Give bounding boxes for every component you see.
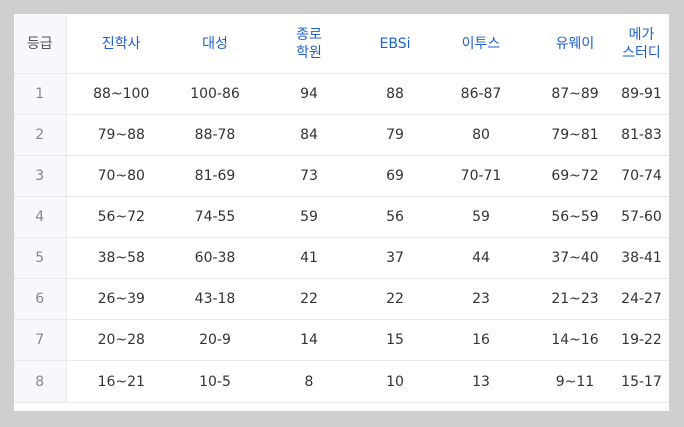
score-cell-jongro: 22 [254, 278, 364, 320]
score-cell-etoos: 16 [426, 319, 536, 361]
column-header-ebsi: EBSi [364, 14, 426, 74]
score-cell-etoos: 70-71 [426, 155, 536, 197]
score-cell-jinhaksa: 56~72 [66, 196, 176, 238]
table-header-row: 등급 진학사 대성 종로 학원 EBSi 이투스 유웨이 메가 스터디 [14, 14, 669, 74]
column-header-line: 메가 [628, 26, 655, 43]
score-cell-ebsi: 69 [364, 155, 426, 197]
grade-cell: 8 [14, 360, 67, 403]
score-cell-uway: 87~89 [536, 73, 614, 115]
score-cell-daesung: 100-86 [176, 73, 254, 115]
score-cell-ebsi: 79 [364, 114, 426, 156]
score-cell-jinhaksa: 79~88 [66, 114, 176, 156]
score-cell-jinhaksa: 38~58 [66, 237, 176, 279]
grade-cell: 2 [14, 114, 67, 156]
score-cell-ebsi: 15 [364, 319, 426, 361]
column-header-daesung: 대성 [176, 14, 254, 74]
grade-cell: 5 [14, 237, 67, 279]
table-row: 5 38~58 60-38 41 37 44 37~40 38-41 [14, 237, 669, 279]
score-cell-megastudy: 38-41 [614, 237, 669, 279]
score-cell-jongro: 84 [254, 114, 364, 156]
column-header-megastudy: 메가 스터디 [614, 14, 669, 74]
score-cell-jongro: 14 [254, 319, 364, 361]
column-header-line: 이투스 [461, 35, 501, 52]
score-cell-daesung: 88-78 [176, 114, 254, 156]
score-cell-daesung: 20-9 [176, 319, 254, 361]
score-cell-uway: 37~40 [536, 237, 614, 279]
grade-cutoff-table: 등급 진학사 대성 종로 학원 EBSi 이투스 유웨이 메가 스터디 1 88~100 100-8… [14, 14, 669, 403]
score-cell-daesung: 81-69 [176, 155, 254, 197]
score-cell-jinhaksa: 26~39 [66, 278, 176, 320]
score-cell-jongro: 94 [254, 73, 364, 115]
score-cell-etoos: 13 [426, 360, 536, 403]
score-cell-jinhaksa: 70~80 [66, 155, 176, 197]
score-cell-uway: 9~11 [536, 360, 614, 403]
score-cell-megastudy: 19-22 [614, 319, 669, 361]
score-cell-ebsi: 88 [364, 73, 426, 115]
table-row: 3 70~80 81-69 73 69 70-71 69~72 70-74 [14, 155, 669, 197]
table-row: 7 20~28 20-9 14 15 16 14~16 19-22 [14, 319, 669, 361]
grade-cell: 6 [14, 278, 67, 320]
score-cell-ebsi: 56 [364, 196, 426, 238]
grade-cutoff-table-container: 등급 진학사 대성 종로 학원 EBSi 이투스 유웨이 메가 스터디 1 88~100 100-8… [14, 14, 669, 411]
table-row: 4 56~72 74-55 59 56 59 56~59 57-60 [14, 196, 669, 238]
column-header-uway: 유웨이 [536, 14, 614, 74]
score-cell-megastudy: 57-60 [614, 196, 669, 238]
table-row: 2 79~88 88-78 84 79 80 79~81 81-83 [14, 114, 669, 156]
score-cell-jongro: 59 [254, 196, 364, 238]
column-header-line: 스터디 [622, 44, 661, 61]
grade-cell: 1 [14, 73, 67, 115]
column-header-jongro: 종로 학원 [254, 14, 364, 74]
table-row: 8 16~21 10-5 8 10 13 9~11 15-17 [14, 360, 669, 403]
grade-cell: 3 [14, 155, 67, 197]
score-cell-jinhaksa: 20~28 [66, 319, 176, 361]
score-cell-jongro: 8 [254, 360, 364, 403]
score-cell-jinhaksa: 16~21 [66, 360, 176, 403]
column-header-line: 학원 [296, 44, 322, 61]
score-cell-ebsi: 22 [364, 278, 426, 320]
score-cell-daesung: 74-55 [176, 196, 254, 238]
table-body: 1 88~100 100-86 94 88 86-87 87~89 89-91 2 79~88 88… [14, 73, 669, 403]
grade-column-header: 등급 [14, 14, 67, 74]
score-cell-megastudy: 24-27 [614, 278, 669, 320]
score-cell-megastudy: 70-74 [614, 155, 669, 197]
column-header-etoos: 이투스 [426, 14, 536, 74]
score-cell-jongro: 73 [254, 155, 364, 197]
column-header-line: 유웨이 [555, 35, 595, 52]
score-cell-uway: 56~59 [536, 196, 614, 238]
column-header-line: 대성 [202, 35, 228, 52]
score-cell-ebsi: 37 [364, 237, 426, 279]
score-cell-etoos: 44 [426, 237, 536, 279]
score-cell-megastudy: 81-83 [614, 114, 669, 156]
score-cell-daesung: 10-5 [176, 360, 254, 403]
table-row: 6 26~39 43-18 22 22 23 21~23 24-27 [14, 278, 669, 320]
grade-cell: 4 [14, 196, 67, 238]
score-cell-megastudy: 15-17 [614, 360, 669, 403]
score-cell-uway: 69~72 [536, 155, 614, 197]
column-header-line: EBSi [379, 35, 411, 52]
score-cell-etoos: 80 [426, 114, 536, 156]
score-cell-jongro: 41 [254, 237, 364, 279]
score-cell-etoos: 23 [426, 278, 536, 320]
score-cell-uway: 21~23 [536, 278, 614, 320]
column-header-line: 진학사 [101, 35, 141, 52]
score-cell-ebsi: 10 [364, 360, 426, 403]
score-cell-etoos: 86-87 [426, 73, 536, 115]
score-cell-etoos: 59 [426, 196, 536, 238]
score-cell-megastudy: 89-91 [614, 73, 669, 115]
table-row: 1 88~100 100-86 94 88 86-87 87~89 89-91 [14, 73, 669, 115]
score-cell-daesung: 60-38 [176, 237, 254, 279]
score-cell-daesung: 43-18 [176, 278, 254, 320]
grade-cell: 7 [14, 319, 67, 361]
score-cell-jinhaksa: 88~100 [66, 73, 176, 115]
score-cell-uway: 79~81 [536, 114, 614, 156]
score-cell-uway: 14~16 [536, 319, 614, 361]
column-header-line: 종로 [296, 26, 322, 43]
column-header-jinhaksa: 진학사 [66, 14, 176, 74]
